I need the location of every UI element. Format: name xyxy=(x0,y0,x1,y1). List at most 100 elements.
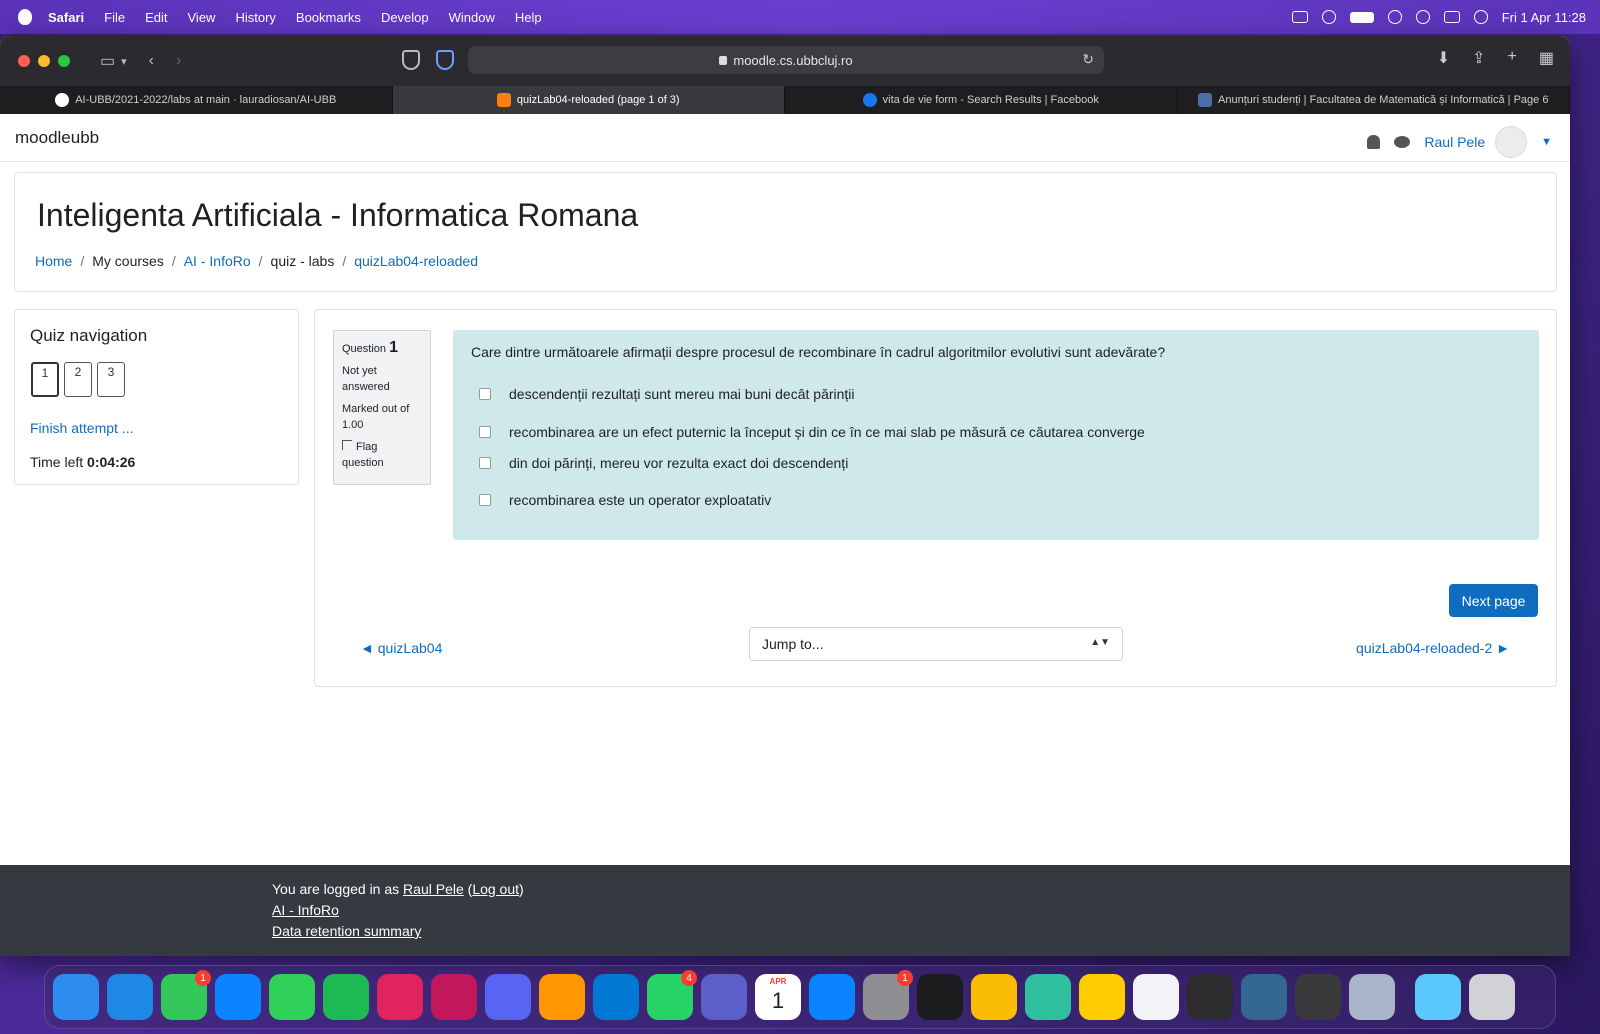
menu-develop[interactable]: Develop xyxy=(381,10,429,25)
spotify-icon[interactable] xyxy=(323,974,369,1020)
vscode-icon[interactable] xyxy=(593,974,639,1020)
tab-facebook[interactable]: vita de vie form - Search Results | Face… xyxy=(785,86,1178,114)
menu-view[interactable]: View xyxy=(188,10,216,25)
input-source-icon[interactable] xyxy=(1291,11,1308,23)
reeder-icon[interactable] xyxy=(1079,974,1125,1020)
messages-icon[interactable]: 1 xyxy=(161,970,211,1020)
control-center-icon[interactable] xyxy=(1443,11,1460,23)
menu-bookmarks[interactable]: Bookmarks xyxy=(296,10,361,25)
whatsapp-icon[interactable]: 4 xyxy=(647,970,697,1020)
menu-window[interactable]: Window xyxy=(449,10,495,25)
wifi-icon[interactable] xyxy=(1387,10,1402,24)
menu-edit[interactable]: Edit xyxy=(145,10,167,25)
answer-option-d[interactable]: recombinarea este un operator exploatati… xyxy=(479,492,771,508)
logout-link[interactable]: Log out xyxy=(472,881,519,897)
tab-github[interactable]: AI-UBB/2021-2022/labs at main · lauradio… xyxy=(0,86,393,114)
select-arrows-icon: ▲▼ xyxy=(1090,637,1110,648)
postgres-icon[interactable] xyxy=(1241,974,1287,1020)
chrome-icon[interactable] xyxy=(971,974,1017,1020)
siri-icon[interactable] xyxy=(1473,10,1488,24)
sidebar-toggle-icon[interactable]: ▭ xyxy=(100,51,115,71)
course-header: Inteligenta Artificiala - Informatica Ro… xyxy=(14,172,1557,292)
user-name[interactable]: Raul Pele xyxy=(1424,134,1485,150)
chevron-down-icon[interactable]: ▼ xyxy=(1541,136,1552,148)
reminders-icon[interactable] xyxy=(1133,974,1179,1020)
site-brand[interactable]: moodleubb xyxy=(15,128,99,148)
tab-quiz[interactable]: quizLab04-reloaded (page 1 of 3) xyxy=(392,86,785,114)
xcode-remote-icon[interactable] xyxy=(1025,974,1071,1020)
question-text: Care dintre următoarele afirmații despre… xyxy=(471,344,1166,360)
quiz-page-button-2[interactable]: 2 xyxy=(64,362,92,397)
sublime-icon[interactable] xyxy=(539,974,585,1020)
tab-overview-icon[interactable]: ▦ xyxy=(1539,48,1554,68)
chevron-down-icon[interactable]: ▾ xyxy=(121,55,127,68)
quicktime-icon[interactable] xyxy=(1295,974,1341,1020)
battery-icon[interactable] xyxy=(1349,11,1374,23)
facetime-icon[interactable] xyxy=(269,974,315,1020)
menu-history[interactable]: History xyxy=(235,10,275,25)
share-icon[interactable]: ⇪ xyxy=(1472,48,1485,68)
address-bar[interactable]: moodle.cs.ubbcluj.ro ↻ xyxy=(468,46,1104,74)
answer-checkbox[interactable] xyxy=(479,388,491,400)
intellij-icon[interactable] xyxy=(377,974,423,1020)
privacy-report-icon[interactable] xyxy=(402,50,420,70)
next-page-button[interactable]: Next page xyxy=(1449,584,1538,617)
answer-checkbox[interactable] xyxy=(479,457,491,469)
preview-icon[interactable] xyxy=(1349,974,1395,1020)
messages-icon[interactable] xyxy=(1394,136,1411,148)
finish-attempt-link[interactable]: Finish attempt ... xyxy=(30,420,133,436)
breadcrumb-separator: / xyxy=(258,253,263,269)
minimize-window-button[interactable] xyxy=(38,55,50,67)
answer-option-c[interactable]: din doi părinți, mereu vor rezulta exact… xyxy=(479,455,848,471)
clock[interactable]: Fri 1 Apr 11:28 xyxy=(1502,10,1586,25)
tab-faculty[interactable]: Anunțuri studenți | Facultatea de Matema… xyxy=(1178,86,1570,114)
answer-checkbox[interactable] xyxy=(479,426,491,438)
close-window-button[interactable] xyxy=(18,55,30,67)
rider-icon[interactable] xyxy=(431,974,477,1020)
question-status: Not yet answered xyxy=(342,365,390,393)
menu-file[interactable]: File xyxy=(104,10,125,25)
password-manager-icon[interactable] xyxy=(436,50,454,70)
system-preferences-icon[interactable]: 1 xyxy=(863,970,913,1020)
breadcrumb-quiz[interactable]: quizLab04-reloaded xyxy=(354,253,478,269)
finder-icon[interactable] xyxy=(53,974,99,1020)
breadcrumb-course[interactable]: AI - InfoRo xyxy=(184,253,251,269)
testflight-icon[interactable] xyxy=(215,974,261,1020)
status-area: Fri 1 Apr 11:28 xyxy=(1291,0,1586,34)
new-tab-icon[interactable]: + xyxy=(1508,48,1517,68)
answer-option-a[interactable]: descendenții rezultați sunt mereu mai bu… xyxy=(479,386,855,402)
back-icon[interactable]: ‹ xyxy=(149,52,154,70)
downloads-icon[interactable]: ⬇ xyxy=(1437,48,1450,68)
data-retention-link[interactable]: Data retention summary xyxy=(272,923,421,939)
downloads-folder-icon[interactable] xyxy=(1415,974,1461,1020)
next-activity-link[interactable]: quizLab04-reloaded-2 ► xyxy=(1356,640,1510,656)
answer-option-b[interactable]: recombinarea are un efect puternic la în… xyxy=(479,424,1145,440)
previous-activity-link[interactable]: ◄ quizLab04 xyxy=(360,640,442,656)
menu-help[interactable]: Help xyxy=(515,10,542,25)
quiz-page-button-1[interactable]: 1 xyxy=(31,362,59,397)
menu-app-name[interactable]: Safari xyxy=(48,10,84,25)
app-store-icon[interactable] xyxy=(809,974,855,1020)
window-controls xyxy=(18,55,70,67)
reload-icon[interactable]: ↻ xyxy=(1082,51,1094,68)
quiz-page-button-3[interactable]: 3 xyxy=(97,362,125,397)
jump-to-select[interactable]: Jump to... ▲▼ xyxy=(749,627,1123,661)
footer-course-link[interactable]: AI - InfoRo xyxy=(272,902,339,918)
zoom-window-button[interactable] xyxy=(58,55,70,67)
terminal-alt-icon[interactable] xyxy=(917,974,963,1020)
terminal-icon[interactable] xyxy=(1187,974,1233,1020)
safari-icon[interactable] xyxy=(107,974,153,1020)
notifications-bell-icon[interactable] xyxy=(1367,135,1381,149)
flag-question[interactable]: Flag question xyxy=(342,439,422,471)
breadcrumb-home[interactable]: Home xyxy=(35,253,72,269)
apple-icon[interactable] xyxy=(18,9,32,25)
avatar[interactable] xyxy=(1495,126,1528,158)
footer-user-link[interactable]: Raul Pele xyxy=(403,881,464,897)
screen-recording-icon[interactable] xyxy=(1321,10,1336,24)
trash-icon[interactable] xyxy=(1469,974,1515,1020)
discord-icon[interactable] xyxy=(485,974,531,1020)
spotlight-search-icon[interactable] xyxy=(1415,10,1430,24)
calendar-icon[interactable]: APR 1 xyxy=(755,974,801,1020)
teams-icon[interactable] xyxy=(701,974,747,1020)
answer-checkbox[interactable] xyxy=(479,494,491,506)
